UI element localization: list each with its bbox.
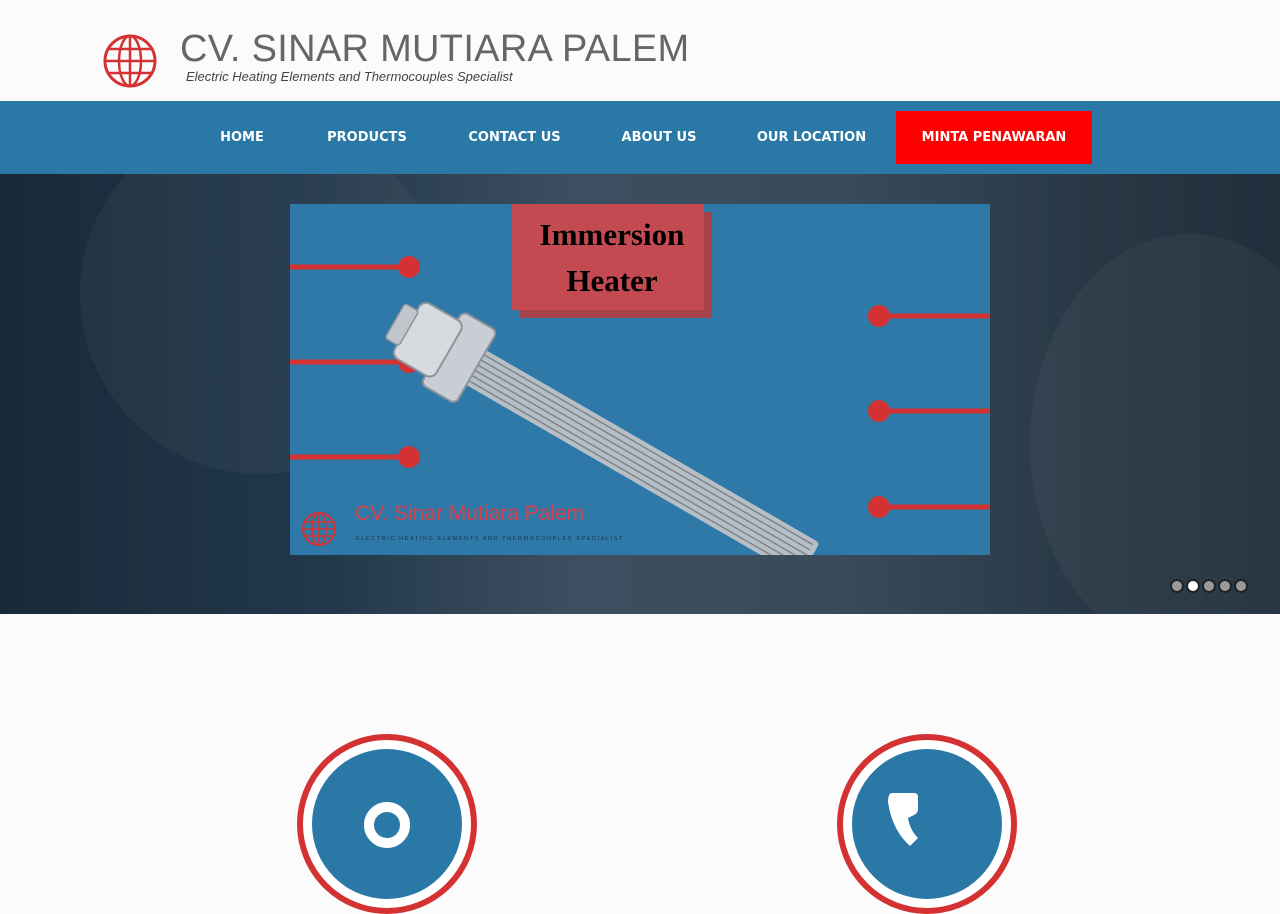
brand-name[interactable]: CV. SINAR MUTIARA PALEM [180, 28, 689, 71]
brand-tagline: Electric Heating Elements and Thermocoup… [186, 69, 513, 84]
location-feature[interactable] [297, 734, 477, 914]
slider-dot[interactable] [1186, 579, 1200, 593]
location-pin-icon [312, 749, 462, 899]
minta-penawaran-button[interactable]: MINTA PENAWARAN [896, 111, 1092, 164]
slide-globe-icon [302, 512, 336, 546]
slider-dot[interactable] [1218, 579, 1232, 593]
nav-item-contact-us[interactable]: CONTACT US [462, 111, 567, 164]
slide-brand: CV. Sinar Mutiara Palem [355, 502, 585, 525]
slide-title-line1: Immersion [539, 217, 685, 252]
nav-item-our-location[interactable]: OUR LOCATION [752, 111, 871, 164]
hero-slider: Immersion Heater CV. Sinar Mutiara Palem… [0, 174, 1280, 614]
hero-background-shape [1030, 234, 1280, 614]
slide-image[interactable]: Immersion Heater CV. Sinar Mutiara Palem… [290, 204, 990, 555]
nav-item-about-us[interactable]: ABOUT US [616, 111, 702, 164]
slide-brand-tagline: ELECTRIC HEATING ELEMENTS AND THERMOCOUP… [356, 536, 625, 542]
slider-dot[interactable] [1202, 579, 1216, 593]
slider-pagination [1170, 579, 1248, 593]
globe-icon[interactable] [102, 33, 158, 89]
phone-icon [852, 749, 1002, 899]
nav-item-products[interactable]: PRODUCTS [322, 111, 412, 164]
slider-dot[interactable] [1234, 579, 1248, 593]
slider-dot[interactable] [1170, 579, 1184, 593]
slide-title-line2: Heater [566, 263, 658, 298]
site-header: CV. SINAR MUTIARA PALEM Electric Heating… [0, 0, 1280, 101]
nav-item-home[interactable]: HOME [212, 111, 272, 164]
main-nav: HOME PRODUCTS CONTACT US ABOUT US OUR LO… [0, 101, 1280, 174]
phone-feature[interactable] [837, 734, 1017, 914]
slide-title: Immersion Heater [512, 212, 712, 304]
